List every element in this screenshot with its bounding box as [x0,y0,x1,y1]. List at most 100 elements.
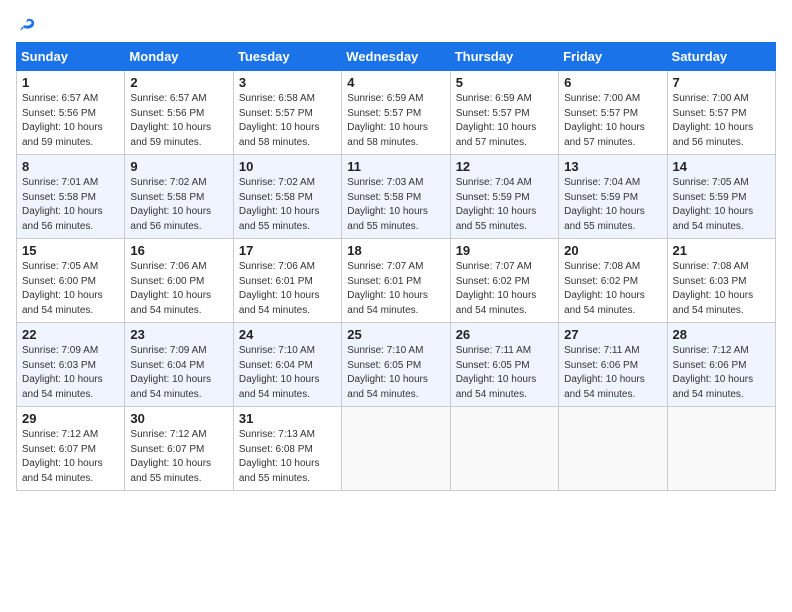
day-number: 1 [22,75,119,90]
calendar-cell [667,407,775,491]
calendar-cell: 18 Sunrise: 7:07 AM Sunset: 6:01 PM Dayli… [342,239,450,323]
day-info: Sunrise: 7:13 AM Sunset: 6:08 PM Dayligh… [239,428,336,486]
calendar-week-5: 29 Sunrise: 7:12 AM Sunset: 6:07 PM Dayli… [17,407,776,491]
day-number: 25 [347,327,444,342]
calendar-cell: 28 Sunrise: 7:12 AM Sunset: 6:06 PM Dayli… [667,323,775,407]
day-number: 14 [673,159,770,174]
day-number: 24 [239,327,336,342]
day-number: 18 [347,243,444,258]
day-number: 5 [456,75,553,90]
column-header-thursday: Thursday [450,43,558,71]
calendar-cell: 21Sunrise: 7:08 AM Sunset: 6:03 PM Dayli… [667,239,775,323]
calendar-cell: 31 Sunrise: 7:13 AM Sunset: 6:08 PM Dayli… [233,407,341,491]
day-info: Sunrise: 7:12 AM Sunset: 6:07 PM Dayligh… [22,428,119,486]
day-number: 17 [239,243,336,258]
calendar-cell: 9Sunrise: 7:02 AM Sunset: 5:58 PM Daylig… [125,155,233,239]
day-number: 27 [564,327,661,342]
calendar-cell: 20 Sunrise: 7:08 AM Sunset: 6:02 PM Dayli… [559,239,667,323]
day-info: Sunrise: 7:08 AM Sunset: 6:02 PM Dayligh… [564,260,661,318]
calendar-cell: 13 Sunrise: 7:04 AM Sunset: 5:59 PM Dayli… [559,155,667,239]
day-info: Sunrise: 7:08 AM Sunset: 6:03 PM Dayligh… [673,260,770,318]
day-number: 10 [239,159,336,174]
calendar-cell: 24 Sunrise: 7:10 AM Sunset: 6:04 PM Dayli… [233,323,341,407]
calendar-cell: 8 Sunrise: 7:01 AM Sunset: 5:58 PM Daylig… [17,155,125,239]
calendar-cell: 12Sunrise: 7:04 AM Sunset: 5:59 PM Dayli… [450,155,558,239]
day-number: 16 [130,243,227,258]
day-number: 30 [130,411,227,426]
column-header-friday: Friday [559,43,667,71]
day-info: Sunrise: 7:00 AM Sunset: 5:57 PM Dayligh… [564,92,661,150]
day-number: 3 [239,75,336,90]
calendar-cell [342,407,450,491]
calendar-cell: 4 Sunrise: 6:59 AM Sunset: 5:57 PM Daylig… [342,71,450,155]
day-number: 6 [564,75,661,90]
day-info: Sunrise: 7:05 AM Sunset: 5:59 PM Dayligh… [673,176,770,234]
calendar-cell: 1 Sunrise: 6:57 AM Sunset: 5:56 PM Daylig… [17,71,125,155]
column-header-wednesday: Wednesday [342,43,450,71]
day-info: Sunrise: 7:10 AM Sunset: 6:04 PM Dayligh… [239,344,336,402]
page-header [16,16,776,34]
calendar-cell: 30 Sunrise: 7:12 AM Sunset: 6:07 PM Dayli… [125,407,233,491]
calendar-cell: 14 Sunrise: 7:05 AM Sunset: 5:59 PM Dayli… [667,155,775,239]
day-info: Sunrise: 7:02 AM Sunset: 5:58 PM Dayligh… [130,176,227,234]
day-info: Sunrise: 7:11 AM Sunset: 6:06 PM Dayligh… [564,344,661,402]
calendar-cell: 11 Sunrise: 7:03 AM Sunset: 5:58 PM Dayli… [342,155,450,239]
calendar-cell: 25 Sunrise: 7:10 AM Sunset: 6:05 PM Dayli… [342,323,450,407]
calendar-cell: 6 Sunrise: 7:00 AM Sunset: 5:57 PM Daylig… [559,71,667,155]
logo-bird-icon [18,16,36,34]
calendar-cell: 10 Sunrise: 7:02 AM Sunset: 5:58 PM Dayli… [233,155,341,239]
day-number: 31 [239,411,336,426]
calendar-cell: 27 Sunrise: 7:11 AM Sunset: 6:06 PM Dayli… [559,323,667,407]
day-number: 28 [673,327,770,342]
day-info: Sunrise: 7:07 AM Sunset: 6:01 PM Dayligh… [347,260,444,318]
column-header-saturday: Saturday [667,43,775,71]
day-info: Sunrise: 7:00 AM Sunset: 5:57 PM Dayligh… [673,92,770,150]
calendar-cell: 2Sunrise: 6:57 AM Sunset: 5:56 PM Daylig… [125,71,233,155]
day-number: 11 [347,159,444,174]
day-info: Sunrise: 6:59 AM Sunset: 5:57 PM Dayligh… [347,92,444,150]
column-header-tuesday: Tuesday [233,43,341,71]
day-info: Sunrise: 7:04 AM Sunset: 5:59 PM Dayligh… [564,176,661,234]
calendar-week-2: 8 Sunrise: 7:01 AM Sunset: 5:58 PM Daylig… [17,155,776,239]
calendar-cell: 19Sunrise: 7:07 AM Sunset: 6:02 PM Dayli… [450,239,558,323]
calendar-cell [450,407,558,491]
logo [16,16,36,34]
day-info: Sunrise: 7:05 AM Sunset: 6:00 PM Dayligh… [22,260,119,318]
calendar-cell: 29 Sunrise: 7:12 AM Sunset: 6:07 PM Dayli… [17,407,125,491]
day-number: 22 [22,327,119,342]
calendar-cell: 16 Sunrise: 7:06 AM Sunset: 6:00 PM Dayli… [125,239,233,323]
day-info: Sunrise: 6:57 AM Sunset: 5:56 PM Dayligh… [130,92,227,150]
day-number: 7 [673,75,770,90]
day-info: Sunrise: 7:04 AM Sunset: 5:59 PM Dayligh… [456,176,553,234]
day-info: Sunrise: 6:57 AM Sunset: 5:56 PM Dayligh… [22,92,119,150]
calendar-week-4: 22 Sunrise: 7:09 AM Sunset: 6:03 PM Dayli… [17,323,776,407]
day-info: Sunrise: 7:06 AM Sunset: 6:01 PM Dayligh… [239,260,336,318]
day-number: 4 [347,75,444,90]
day-info: Sunrise: 7:02 AM Sunset: 5:58 PM Dayligh… [239,176,336,234]
day-info: Sunrise: 7:09 AM Sunset: 6:03 PM Dayligh… [22,344,119,402]
day-number: 13 [564,159,661,174]
day-info: Sunrise: 7:12 AM Sunset: 6:06 PM Dayligh… [673,344,770,402]
day-info: Sunrise: 7:10 AM Sunset: 6:05 PM Dayligh… [347,344,444,402]
calendar-cell: 23Sunrise: 7:09 AM Sunset: 6:04 PM Dayli… [125,323,233,407]
day-number: 15 [22,243,119,258]
column-header-sunday: Sunday [17,43,125,71]
day-info: Sunrise: 7:03 AM Sunset: 5:58 PM Dayligh… [347,176,444,234]
calendar-table: SundayMondayTuesdayWednesdayThursdayFrid… [16,42,776,491]
calendar-cell: 17 Sunrise: 7:06 AM Sunset: 6:01 PM Dayli… [233,239,341,323]
calendar-cell [559,407,667,491]
day-number: 8 [22,159,119,174]
day-number: 29 [22,411,119,426]
day-info: Sunrise: 7:06 AM Sunset: 6:00 PM Dayligh… [130,260,227,318]
day-number: 23 [130,327,227,342]
day-info: Sunrise: 7:07 AM Sunset: 6:02 PM Dayligh… [456,260,553,318]
calendar-cell: 22 Sunrise: 7:09 AM Sunset: 6:03 PM Dayli… [17,323,125,407]
calendar-week-1: 1 Sunrise: 6:57 AM Sunset: 5:56 PM Daylig… [17,71,776,155]
column-header-monday: Monday [125,43,233,71]
day-info: Sunrise: 6:59 AM Sunset: 5:57 PM Dayligh… [456,92,553,150]
day-number: 20 [564,243,661,258]
day-info: Sunrise: 7:11 AM Sunset: 6:05 PM Dayligh… [456,344,553,402]
day-info: Sunrise: 7:01 AM Sunset: 5:58 PM Dayligh… [22,176,119,234]
day-info: Sunrise: 7:12 AM Sunset: 6:07 PM Dayligh… [130,428,227,486]
day-number: 26 [456,327,553,342]
